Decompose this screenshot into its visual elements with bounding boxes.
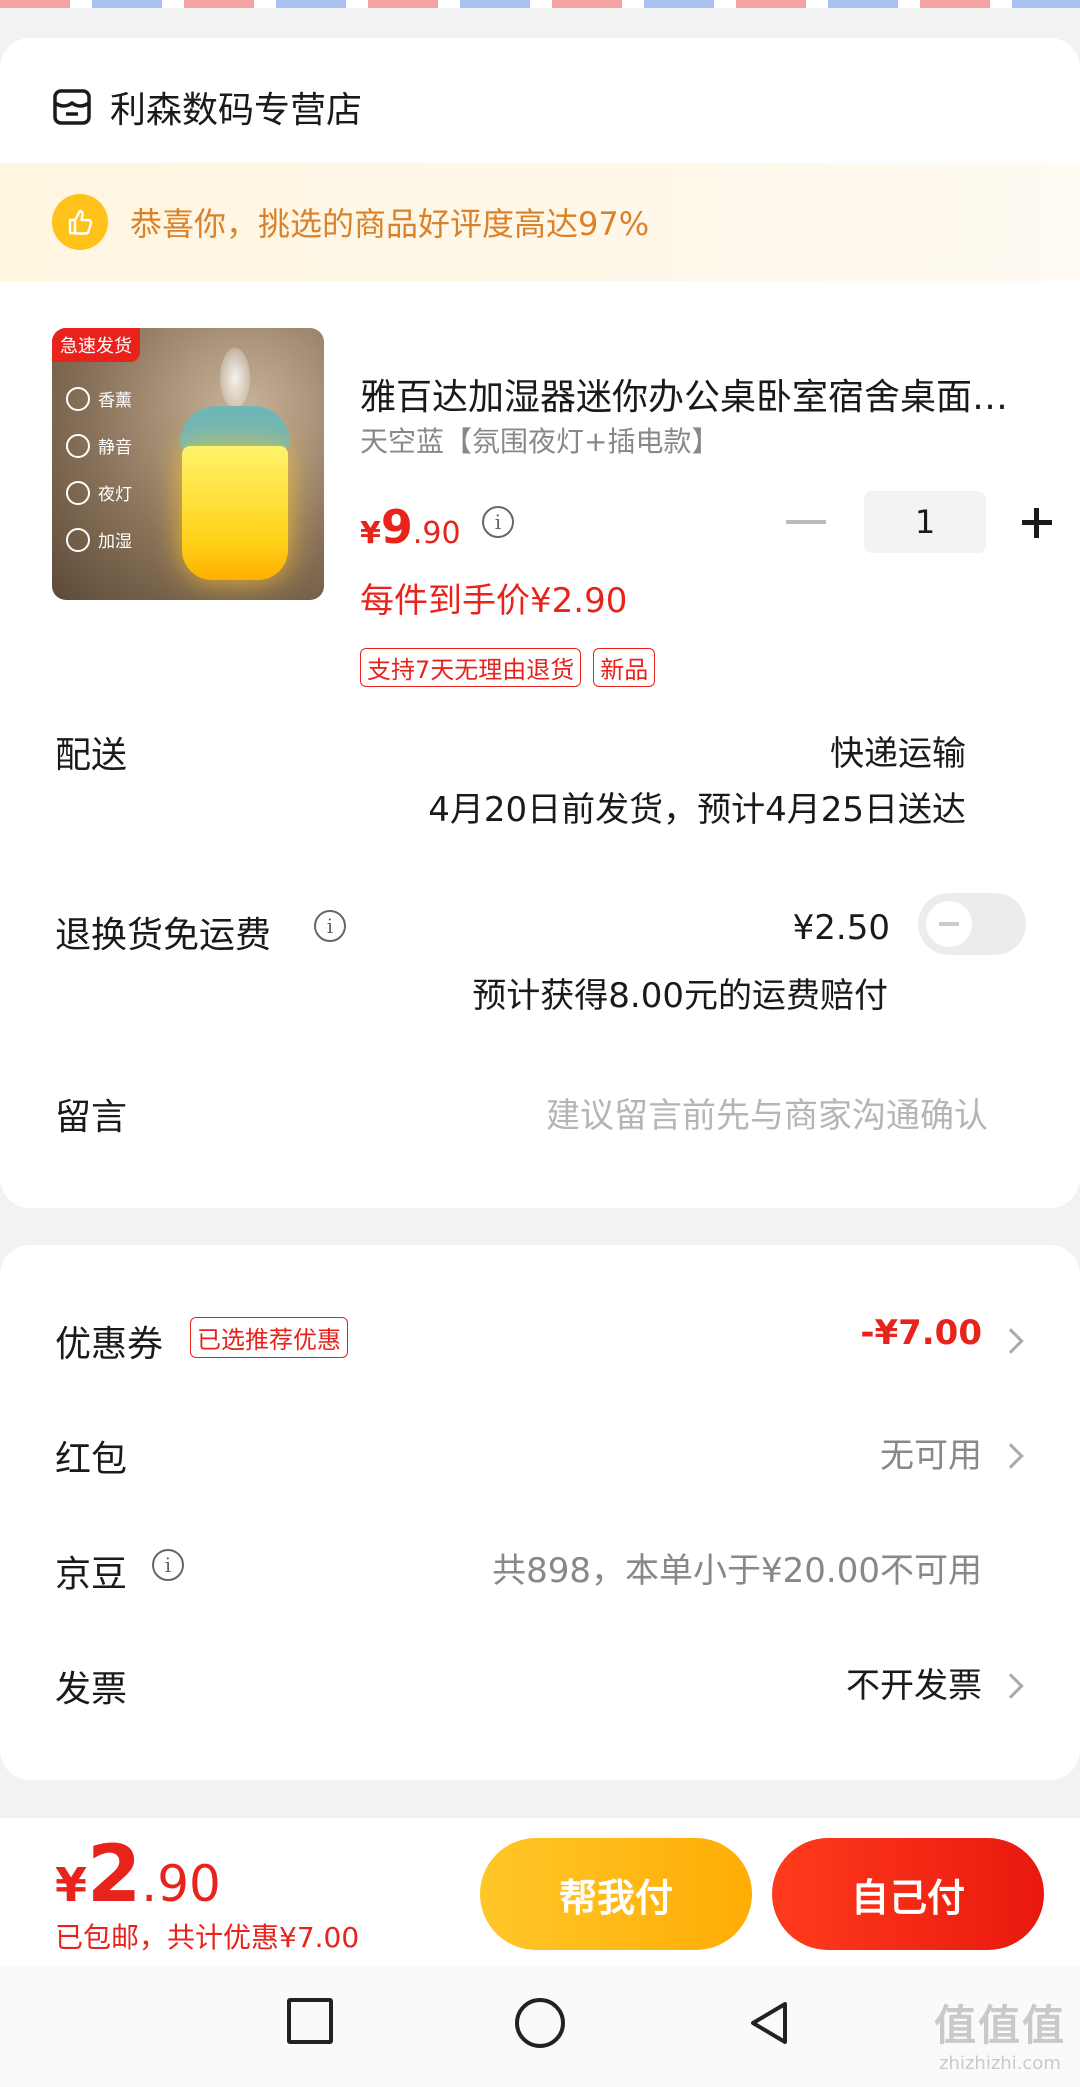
invoice-label: 发票 [55,1669,128,1710]
discount-card: 优惠券 已选推荐优惠 -¥7.00 红包 无可用 京豆 i 共898，本单小于¥… [0,1245,1080,1780]
price-info-icon[interactable]: i [482,506,514,538]
invoice-value[interactable]: 不开发票 [846,1658,982,1707]
image-feature: 香薰 [66,386,132,411]
thumb-up-icon [52,194,108,250]
rating-banner-text: 恭喜你，挑选的商品好评度高达97% [130,205,650,243]
image-feature: 夜灯 [66,480,132,505]
new-product-tag: 新品 [593,648,656,687]
jd-beans-value: 共898，本单小于¥20.00不可用 [492,1551,982,1591]
message-input[interactable]: 建议留言前先与商家沟通确认 [546,1088,988,1137]
return-shipping-label: 退换货免运费 [55,915,272,956]
invoice-chevron-icon[interactable] [998,1673,1024,1699]
watermark: 值值值 zhizhizhi.com [933,2001,1066,2074]
return-shipping-note: 预计获得8.00元的运费赔付 [472,976,888,1016]
back-button[interactable] [745,1998,795,2048]
return-policy-tag: 支持7天无理由退货 [360,648,582,687]
rating-banner: 恭喜你，挑选的商品好评度高达97% [0,163,1080,281]
jd-beans-info-icon[interactable]: i [152,1549,184,1581]
red-packet-chevron-icon[interactable] [998,1443,1024,1469]
humidifier-body [182,446,288,580]
quantity-stepper: 1 [786,491,1066,553]
jd-beans-label: 京豆 [55,1554,128,1595]
delivery-label: 配送 [55,735,128,776]
return-shipping-toggle[interactable] [918,893,1026,955]
coupon-chevron-icon[interactable] [998,1328,1024,1354]
image-feature-list: 香薰 静音 夜灯 加湿 [66,386,132,552]
return-shipping-price: ¥2.50 [792,908,890,948]
message-label: 留言 [55,1097,128,1138]
red-packet-label: 红包 [55,1439,128,1480]
increase-quantity-button[interactable] [1006,492,1066,552]
quantity-input[interactable]: 1 [864,491,986,553]
fast-shipping-tag: 急速发货 [52,328,140,362]
recent-apps-button[interactable] [287,1998,333,2044]
product-tags: 支持7天无理由退货 新品 [360,648,656,687]
help-pay-button[interactable]: 帮我付 [480,1838,752,1950]
image-feature: 静音 [66,433,132,458]
system-nav-bar [0,1966,1080,2087]
product-image[interactable]: 急速发货 香薰 静音 夜灯 加湿 [52,328,324,600]
self-pay-button[interactable]: 自己付 [772,1838,1044,1950]
store-header[interactable]: 利森数码专营店 [52,80,362,134]
home-button[interactable] [515,1998,565,2048]
store-name: 利森数码专营店 [110,90,363,131]
product-price: ¥ 9 .90 [360,500,461,554]
total-subtext: 已包邮，共计优惠¥7.00 [55,1921,360,1954]
product-spec[interactable]: 天空蓝【氛围夜灯+插电款】 [360,420,719,460]
image-feature: 加湿 [66,527,132,552]
red-packet-value[interactable]: 无可用 [880,1428,982,1477]
coupon-tag: 已选推荐优惠 [190,1317,348,1358]
net-price: 每件到手价¥2.90 [360,581,628,621]
decrease-quantity-button[interactable] [786,520,826,524]
store-icon [53,89,91,125]
return-shipping-info-icon[interactable]: i [314,910,346,942]
mist-decoration [220,348,250,408]
coupon-value[interactable]: -¥7.00 [860,1313,982,1353]
total-price: ¥ 2 .90 [55,1830,221,1920]
checkout-bar: ¥ 2 .90 已包邮，共计优惠¥7.00 帮我付 自己付 [0,1818,1080,1966]
coupon-label: 优惠券 [55,1324,164,1365]
order-card: 利森数码专营店 恭喜你，挑选的商品好评度高达97% 急速发货 香薰 静音 夜灯 … [0,38,1080,1208]
product-title[interactable]: 雅百达加湿器迷你办公桌卧室宿舍桌面小型家用喷雾 [360,368,1030,420]
delivery-method[interactable]: 快递运输 [830,726,966,775]
delivery-schedule: 4月20日前发货，预计4月25日送达 [428,790,966,830]
address-envelope-border [0,0,1080,8]
